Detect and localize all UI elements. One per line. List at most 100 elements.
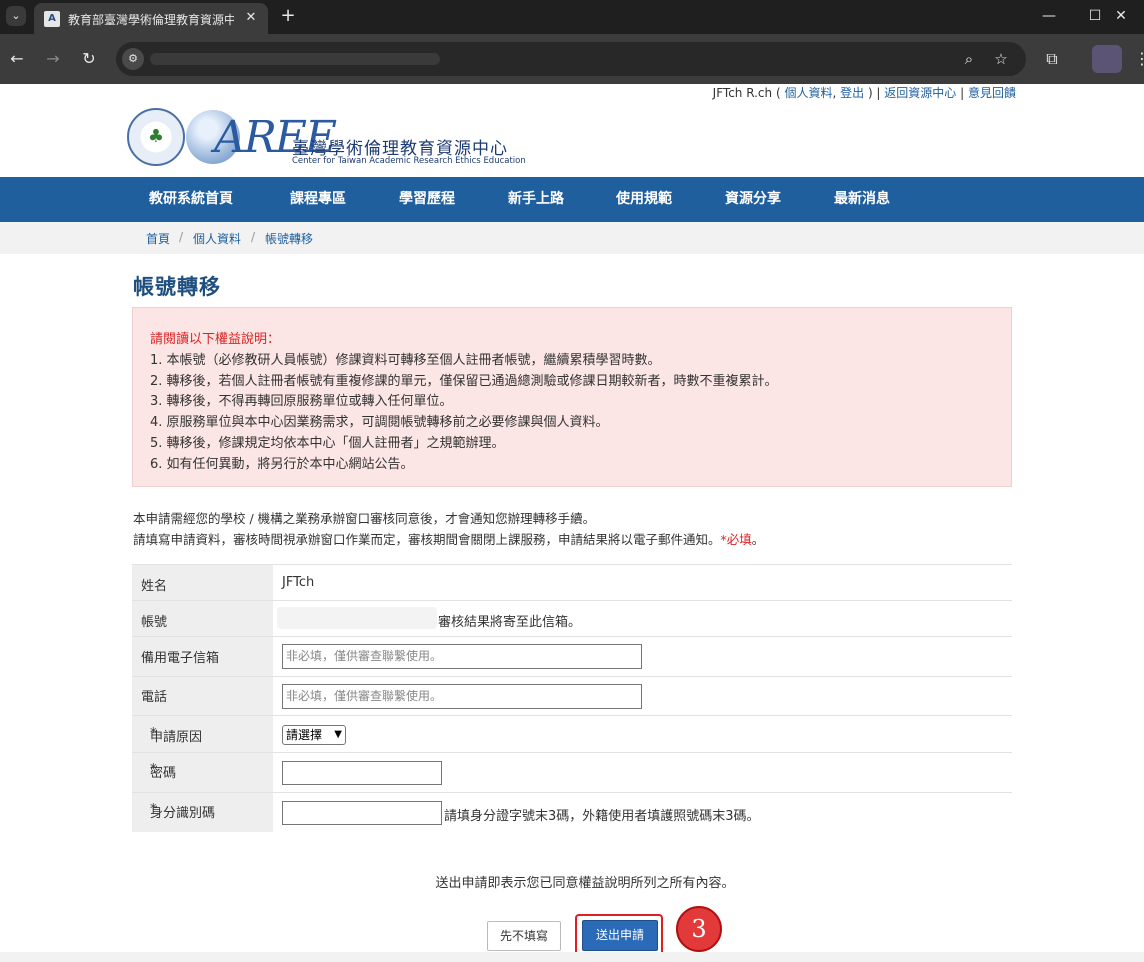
- phone-field[interactable]: 非必填，僅供審查聯繫使用。: [282, 684, 642, 709]
- profile-link[interactable]: 個人資料: [784, 86, 832, 100]
- new-tab-button[interactable]: +: [277, 5, 299, 27]
- backup-email-label: 備用電子信箱: [141, 651, 220, 666]
- form-label-cell: 姓名: [132, 565, 273, 600]
- seal-emblem-icon: ♣: [147, 126, 165, 147]
- site-info-icon[interactable]: ⚙: [122, 48, 144, 70]
- id-hint: 請填身分證字號末3碼，外籍使用者填護照號碼末3碼。: [444, 809, 760, 824]
- breadcrumb: 首頁 / 個人資料 / 帳號轉移: [0, 222, 1144, 254]
- id-label-text: 身分識別碼: [150, 806, 216, 821]
- step-number-badge: 3: [676, 906, 722, 952]
- required-note: *必填: [720, 532, 752, 547]
- logout-link[interactable]: 登出: [840, 86, 864, 100]
- form-row-id: 身分識別碼 * 請填身分證字號末3碼，外籍使用者填護照號碼末3碼。: [132, 792, 1012, 832]
- account-note: 審核結果將寄至此信箱。: [438, 615, 582, 630]
- id-code-field[interactable]: [282, 801, 442, 825]
- form-row-phone: 電話 非必填，僅供審查聯繫使用。: [132, 676, 1012, 715]
- close-tab-icon[interactable]: ✕: [242, 9, 260, 27]
- breadcrumb-sep: /: [251, 230, 256, 244]
- user-links: JFTch R.ch ( 個人資料, 登出 ) | 返回資源中心 | 意見回饋: [713, 84, 1016, 102]
- required-star: *: [150, 762, 157, 777]
- close-window-button[interactable]: ✕: [1098, 4, 1144, 28]
- browser-tab-bar: ⌄ A 教育部臺灣學術倫理教育資源中 ✕ + — ☐ ✕: [0, 0, 1144, 34]
- form-row-account: 帳號 審核結果將寄至此信箱。: [132, 600, 1012, 636]
- main-nav: 教研系統首頁 課程專區 學習歷程 新手上路 使用規範 資源分享 最新消息: [0, 177, 1144, 222]
- nav-item-news[interactable]: 最新消息: [834, 177, 890, 222]
- phone-label: 電話: [141, 690, 168, 705]
- breadcrumb-current: 帳號轉移: [265, 232, 314, 246]
- back-icon[interactable]: ←: [5, 47, 29, 71]
- notice-line: 2. 轉移後，若個人註冊者帳號有重複修課的單元，僅保留已通過總測驗或修課日期較新…: [150, 374, 778, 389]
- nav-item-system-home[interactable]: 教研系統首頁: [149, 177, 233, 222]
- zoom-icon[interactable]: ⌕: [958, 48, 980, 70]
- breadcrumb-profile[interactable]: 個人資料: [193, 230, 241, 247]
- form-label-cell: 備用電子信箱: [132, 637, 273, 676]
- password-field[interactable]: [282, 761, 442, 785]
- form-label-cell: 身分識別碼 *: [132, 793, 273, 832]
- form-label-cell: 帳號: [132, 601, 273, 636]
- browser-menu-icon[interactable]: ⋮: [1134, 47, 1144, 71]
- page: JFTch R.ch ( 個人資料, 登出 ) | 返回資源中心 | 意見回饋 …: [0, 84, 1144, 962]
- page-title: 帳號轉移: [133, 275, 221, 299]
- nav-item-courses[interactable]: 課程專區: [290, 177, 346, 222]
- reason-label-text: 申請原因: [150, 730, 203, 745]
- nav-item-usage-rules[interactable]: 使用規範: [616, 177, 672, 222]
- footer-strip: [0, 952, 1144, 962]
- required-star: *: [150, 802, 157, 817]
- nav-item-learning-history[interactable]: 學習歷程: [399, 177, 455, 222]
- form-label-cell: 申請原因 *: [132, 716, 273, 752]
- feedback-link[interactable]: 意見回饋: [968, 86, 1016, 100]
- form-label-cell: 密碼 *: [132, 753, 273, 792]
- profile-avatar[interactable]: [1092, 45, 1122, 73]
- nav-item-resources[interactable]: 資源分享: [725, 177, 781, 222]
- backup-email-field[interactable]: 非必填，僅供審查聯繫使用。: [282, 644, 642, 669]
- tab-list-button[interactable]: ⌄: [6, 6, 26, 26]
- extensions-icon[interactable]: ⧉: [1040, 47, 1064, 71]
- account-value-redacted: [277, 607, 437, 629]
- notice-line: 4. 原服務單位與本中心因業務需求，可調閱帳號轉移前之必要修課與個人資料。: [150, 415, 609, 430]
- paren-pipe: ) |: [864, 86, 885, 100]
- reason-select[interactable]: 請選擇 ▼: [282, 725, 346, 745]
- description-line-2: 請填寫申請資料，審核時間視承辦窗口作業而定，審核期間會關閉上課服務，申請結果將以…: [133, 529, 764, 548]
- favicon-icon: A: [44, 11, 60, 27]
- account-label: 帳號: [141, 615, 168, 630]
- moe-seal-logo[interactable]: ♣: [127, 108, 185, 166]
- notice-line: 5. 轉移後，修課規定均依本中心「個人註冊者」之規範辦理。: [150, 436, 505, 451]
- breadcrumb-home[interactable]: 首頁: [146, 230, 170, 247]
- notice-line: 1. 本帳號（必修教研人員帳號）修課資料可轉移至個人註冊者帳號，繼續累積學習時數…: [150, 353, 661, 368]
- nav-item-getting-started[interactable]: 新手上路: [508, 177, 564, 222]
- breadcrumb-sep: /: [179, 230, 184, 244]
- chevron-down-icon: ▼: [334, 729, 342, 740]
- required-star: *: [150, 726, 157, 741]
- skip-button[interactable]: 先不填寫: [487, 921, 561, 951]
- notice-heading: 請閱讀以下權益說明：: [150, 332, 281, 347]
- pipe: |: [956, 86, 968, 100]
- name-value: JFTch: [282, 575, 315, 590]
- form-row-password: 密碼 *: [132, 752, 1012, 792]
- minimize-button[interactable]: —: [1026, 4, 1072, 28]
- reload-icon[interactable]: ↻: [77, 47, 101, 71]
- user-name: JFTch R.ch: [712, 86, 773, 100]
- agreement-text: 送出申請即表示您已同意權益說明所列之所有內容。: [435, 876, 735, 891]
- rights-notice: 請閱讀以下權益說明： 1. 本帳號（必修教研人員帳號）修課資料可轉移至個人註冊者…: [132, 307, 1012, 487]
- notice-line: 6. 如有任何異動，將另行於本中心網站公告。: [150, 457, 414, 472]
- center-name-en: Center for Taiwan Academic Research Ethi…: [292, 156, 526, 166]
- forward-icon[interactable]: →: [41, 47, 65, 71]
- comma: ,: [832, 86, 841, 100]
- submit-application-button[interactable]: 送出申請: [582, 920, 658, 951]
- description-line-1: 本申請需經您的學校 / 機構之業務承辦窗口審核同意後，才會通知您辦理轉移手續。: [133, 511, 596, 526]
- address-bar[interactable]: ⚙ ⌕ ☆: [116, 42, 1026, 76]
- form-row-name: 姓名 JFTch: [132, 564, 1012, 600]
- form-label-cell: 電話: [132, 677, 273, 715]
- description-text: 請填寫申請資料，審核時間視承辦窗口作業而定，審核期間會關閉上課服務，申請結果將以…: [133, 532, 721, 547]
- url-text-redacted: [150, 53, 440, 65]
- tab-title: 教育部臺灣學術倫理教育資源中: [68, 13, 234, 27]
- browser-tab[interactable]: A 教育部臺灣學術倫理教育資源中 ✕: [34, 3, 268, 34]
- reason-selected-value: 請選擇: [286, 728, 323, 742]
- form-row-backup-email: 備用電子信箱 非必填，僅供審查聯繫使用。: [132, 636, 1012, 676]
- back-to-center-link[interactable]: 返回資源中心: [884, 86, 956, 100]
- bookmark-star-icon[interactable]: ☆: [990, 48, 1012, 70]
- paren: (: [772, 86, 785, 100]
- name-label: 姓名: [141, 579, 168, 594]
- notice-line: 3. 轉移後，不得再轉回原服務單位或轉入任何單位。: [150, 394, 453, 409]
- browser-toolbar: ← → ↻ ⚙ ⌕ ☆ ⧉ ⋮: [0, 34, 1144, 84]
